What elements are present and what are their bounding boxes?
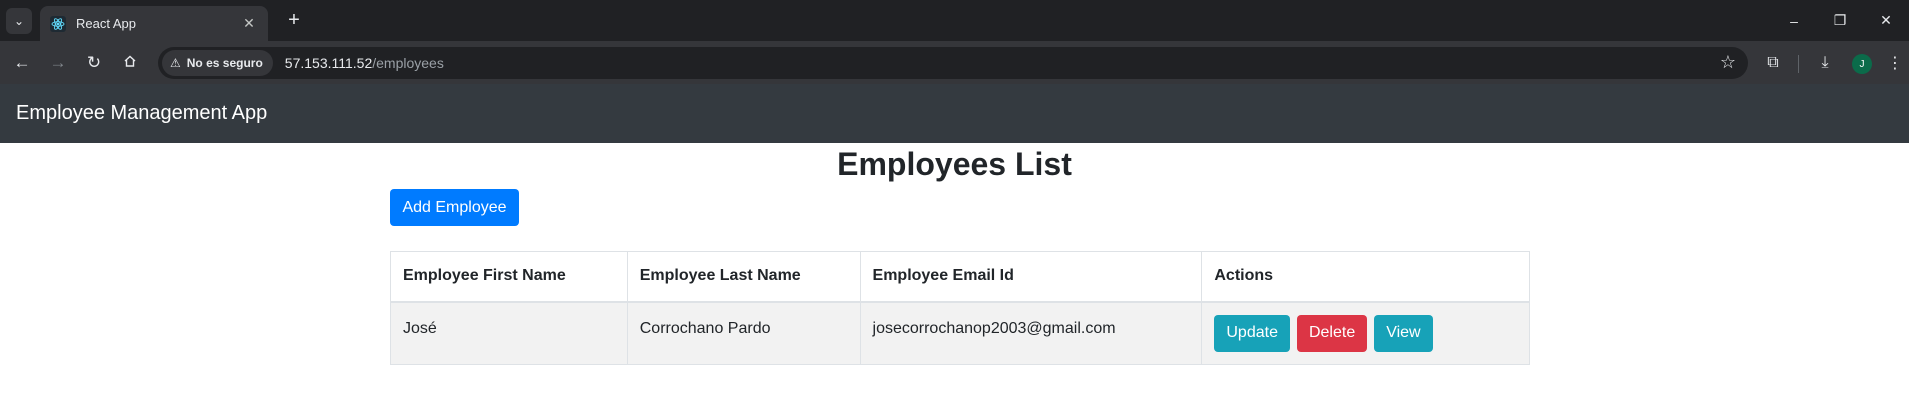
url-host: 57.153.111.52 bbox=[284, 55, 373, 71]
app-navbar: Employee Management App bbox=[0, 84, 1909, 143]
tab-search-button[interactable]: ⌄ bbox=[6, 8, 32, 34]
cell-first-name: José bbox=[390, 301, 628, 365]
add-employee-button[interactable]: Add Employee bbox=[390, 189, 519, 226]
employees-table: Employee First Name Employee Last Name E… bbox=[390, 251, 1530, 365]
kebab-menu-icon: ⋮ bbox=[1887, 55, 1903, 72]
arrow-right-icon: → bbox=[49, 53, 67, 72]
address-bar[interactable]: ⚠ No es seguro 57.153.111.52/employees ☆ bbox=[158, 47, 1748, 79]
new-tab-button[interactable]: + bbox=[282, 9, 306, 31]
restore-icon: ❐ bbox=[1833, 12, 1847, 28]
browser-tabstrip: ⌄ React App ✕ + – ❐ ✕ bbox=[0, 0, 1909, 41]
email-text: josecorrochanop2003@gmail.com bbox=[872, 320, 1116, 338]
downloads-button[interactable]: ⤓ bbox=[1811, 49, 1839, 77]
tab-title: React App bbox=[76, 16, 136, 31]
browser-menu-button[interactable]: ⋮ bbox=[1881, 49, 1909, 77]
close-icon: ✕ bbox=[1880, 12, 1892, 28]
plus-icon: + bbox=[288, 9, 300, 31]
header-last-name: Employee Last Name bbox=[626, 251, 861, 303]
toolbar-divider bbox=[1798, 55, 1799, 73]
last-name-text: Corrochano Pardo bbox=[639, 320, 771, 338]
arrow-left-icon: ← bbox=[13, 53, 31, 72]
first-name-text: José bbox=[403, 320, 437, 338]
cell-last-name: Corrochano Pardo bbox=[626, 301, 861, 365]
url-text: 57.153.111.52/employees bbox=[285, 55, 444, 71]
table-row: José Corrochano Pardo josecorrochanop200… bbox=[390, 301, 1530, 365]
puzzle-icon: ⧉ bbox=[1767, 54, 1779, 71]
restore-button[interactable]: ❐ bbox=[1817, 0, 1863, 41]
delete-button[interactable]: Delete bbox=[1296, 314, 1368, 352]
page-title: Employees List bbox=[837, 146, 1072, 182]
forward-button[interactable]: → bbox=[44, 49, 72, 77]
security-chip[interactable]: ⚠ No es seguro bbox=[162, 50, 273, 76]
minimize-icon: – bbox=[1790, 12, 1798, 29]
react-icon bbox=[50, 15, 66, 32]
url-path: /employees bbox=[372, 55, 444, 71]
browser-toolbar: ← → ↻ ⚠ No es seguro 57.153.111.52/emplo… bbox=[0, 41, 1909, 84]
window-controls: – ❐ ✕ bbox=[1771, 0, 1909, 41]
close-window-button[interactable]: ✕ bbox=[1863, 0, 1909, 41]
home-icon bbox=[123, 53, 137, 73]
reload-icon: ↻ bbox=[86, 53, 102, 72]
reload-button[interactable]: ↻ bbox=[80, 49, 108, 77]
extensions-button[interactable]: ⧉ bbox=[1759, 49, 1787, 77]
warning-icon: ⚠ bbox=[170, 56, 181, 70]
security-label: No es seguro bbox=[186, 56, 263, 70]
avatar[interactable]: J bbox=[1852, 54, 1872, 74]
update-button[interactable]: Update bbox=[1214, 314, 1290, 352]
table-header-row: Employee First Name Employee Last Name E… bbox=[390, 251, 1530, 303]
browser-tab[interactable]: React App ✕ bbox=[40, 6, 268, 41]
header-actions: Actions bbox=[1201, 251, 1530, 303]
header-email: Employee Email Id bbox=[859, 251, 1203, 303]
minimize-button[interactable]: – bbox=[1771, 0, 1817, 41]
star-icon[interactable]: ☆ bbox=[1720, 52, 1736, 73]
cell-actions: Update Delete View bbox=[1201, 301, 1530, 365]
app-brand[interactable]: Employee Management App bbox=[16, 102, 267, 125]
cell-email: josecorrochanop2003@gmail.com bbox=[859, 301, 1203, 365]
back-button[interactable]: ← bbox=[8, 49, 36, 77]
download-icon: ⤓ bbox=[1821, 54, 1829, 71]
view-button[interactable]: View bbox=[1374, 314, 1433, 352]
close-icon[interactable]: ✕ bbox=[240, 15, 258, 32]
header-first-name: Employee First Name bbox=[390, 251, 628, 303]
home-button[interactable] bbox=[116, 49, 144, 77]
chevron-down-icon: ⌄ bbox=[13, 14, 25, 28]
